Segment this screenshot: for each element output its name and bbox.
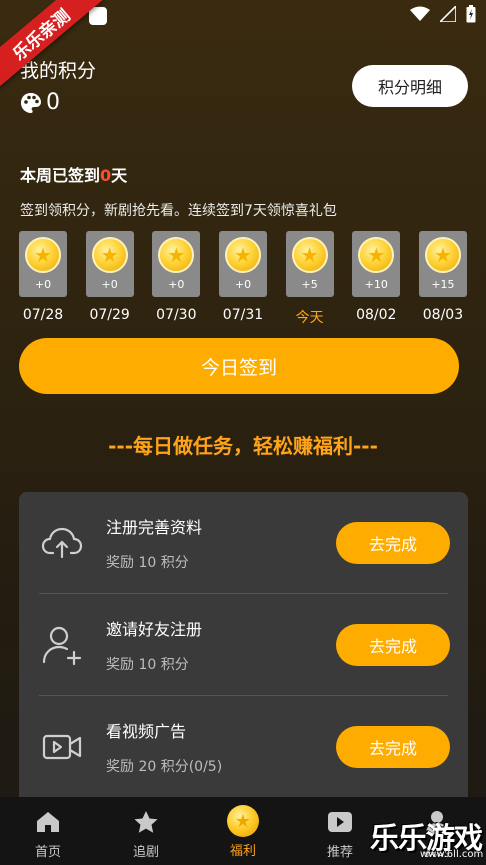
- coin-icon: ★: [424, 237, 461, 273]
- day-reward: +10: [364, 278, 388, 291]
- day-reward: +0: [234, 278, 252, 291]
- task-name: 邀请好友注册: [106, 620, 203, 639]
- day-card: ★ +15: [418, 231, 467, 297]
- checkin-day[interactable]: ★ +0 07/29: [85, 231, 134, 327]
- star-icon: [133, 809, 159, 835]
- day-reward: +0: [34, 278, 52, 291]
- battery-icon: [466, 5, 476, 23]
- checkin-day[interactable]: ★ +0 07/31: [218, 231, 267, 327]
- day-card: ★ +0: [152, 231, 201, 297]
- day-card: ★ +0: [85, 231, 134, 297]
- checkin-day[interactable]: ★ +0 07/30: [152, 231, 201, 327]
- watermark-url: www.6ll.com: [420, 849, 484, 860]
- complete-task-button[interactable]: 去完成: [336, 726, 450, 768]
- system-icons: [410, 5, 476, 23]
- task-reward: 奖励 10 积分: [106, 657, 189, 673]
- wifi-icon: [410, 6, 430, 21]
- day-card: ★ +0: [19, 231, 67, 297]
- day-label: 07/31: [222, 307, 264, 323]
- day-reward: +0: [101, 278, 118, 291]
- week-checkin-status: 本周已签到0天: [20, 162, 127, 186]
- day-reward: +15: [431, 278, 455, 291]
- coin-icon: ★: [291, 237, 328, 273]
- coin-icon: ★: [158, 237, 195, 273]
- day-label: 08/03: [422, 307, 464, 323]
- task-name: 注册完善资料: [106, 518, 203, 537]
- coin-icon: ★: [224, 237, 261, 273]
- day-card: ★ +10: [352, 231, 401, 297]
- checkin-day[interactable]: ★ +0 07/28: [19, 231, 67, 327]
- notification-icon: [89, 7, 107, 25]
- tab-follow[interactable]: 追剧: [106, 797, 186, 865]
- sign-in-button[interactable]: 今日签到: [19, 338, 459, 394]
- home-icon: [35, 809, 61, 835]
- palette-icon: [21, 92, 41, 113]
- checkin-day[interactable]: ★ +10 08/02: [352, 231, 401, 327]
- week-suffix: 天: [111, 166, 128, 185]
- points-value: 0: [46, 90, 60, 115]
- tab-label: 推荐: [326, 845, 353, 860]
- coin-icon: ★: [91, 237, 128, 273]
- play-icon: [327, 809, 353, 835]
- checkin-day-today[interactable]: ★ +5 今天: [285, 231, 334, 327]
- day-label: 今天: [295, 310, 324, 326]
- checkin-day[interactable]: ★ +15 08/03: [418, 231, 467, 327]
- task-name: 看视频广告: [106, 722, 187, 741]
- task-list: 注册完善资料 奖励 10 积分 去完成 邀请好友注册 奖励 10 积分 去完成 …: [19, 492, 468, 812]
- day-label: 08/02: [356, 307, 397, 323]
- tab-label: 福利: [229, 844, 256, 859]
- day-label: 07/30: [156, 307, 197, 323]
- add-user-icon: [42, 626, 82, 666]
- day-card: ★ +0: [218, 231, 267, 297]
- cloud-upload-icon: [41, 527, 83, 559]
- task-item: 邀请好友注册 奖励 10 积分 去完成: [19, 594, 468, 696]
- task-item: 看视频广告 奖励 20 积分(0/5) 去完成: [19, 696, 468, 798]
- signal-icon: [440, 6, 456, 22]
- week-prefix: 本周已签到: [20, 166, 101, 185]
- video-icon: [42, 734, 82, 760]
- complete-task-button[interactable]: 去完成: [336, 522, 450, 564]
- tab-label: 追剧: [132, 845, 159, 860]
- tab-label: 首页: [34, 845, 61, 860]
- task-reward: 奖励 10 积分: [106, 555, 189, 571]
- coin-icon: ★: [25, 237, 61, 273]
- daily-tasks-title: ---每日做任务，轻松赚福利---: [108, 434, 378, 458]
- day-label: 07/29: [89, 307, 130, 323]
- complete-task-button[interactable]: 去完成: [336, 624, 450, 666]
- day-reward: +5: [301, 278, 318, 291]
- points-detail-button[interactable]: 积分明细: [352, 65, 468, 107]
- week-count: 0: [100, 166, 112, 185]
- day-label: 07/28: [22, 307, 64, 323]
- checkin-days: ★ +0 07/28 ★ +0 07/29 ★ +0 07/30 ★ +0 07/31 …: [19, 231, 467, 327]
- tab-welfare[interactable]: ★ 福利: [203, 797, 283, 865]
- task-reward: 奖励 20 积分(0/5): [106, 759, 223, 775]
- day-reward: +0: [168, 278, 185, 291]
- tab-home[interactable]: 首页: [8, 797, 88, 865]
- coin-icon: ★: [227, 805, 259, 837]
- points-title: 我的积分: [20, 60, 97, 82]
- day-card: ★ +5: [285, 231, 334, 297]
- checkin-subtitle: 签到领积分，新剧抢先看。连续签到7天领惊喜礼包: [20, 203, 337, 219]
- coin-icon: ★: [358, 237, 395, 273]
- points-balance: 0: [20, 90, 60, 115]
- tab-recommend[interactable]: 推荐: [300, 797, 380, 865]
- task-item: 注册完善资料 奖励 10 积分 去完成: [19, 492, 468, 594]
